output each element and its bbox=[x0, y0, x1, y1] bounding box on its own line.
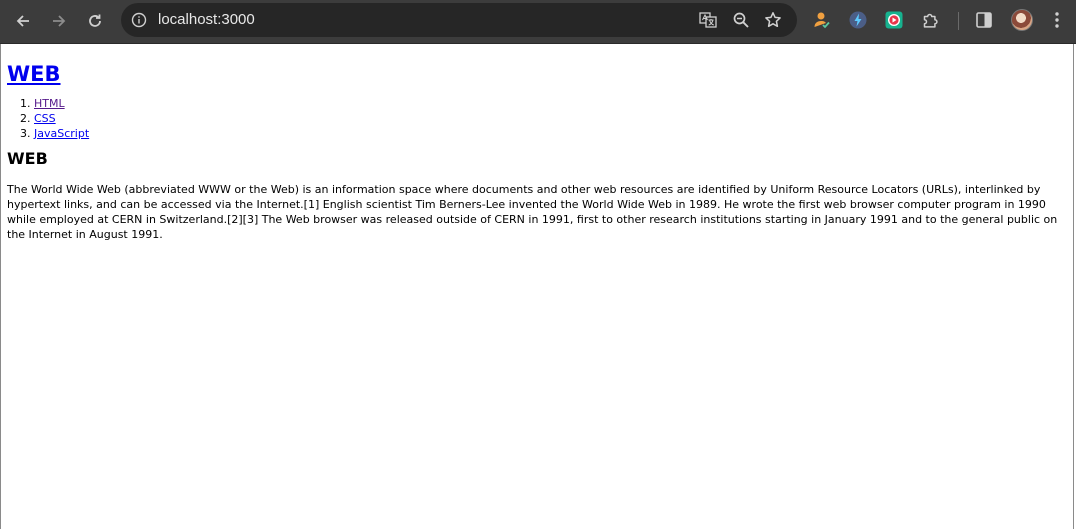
profile-avatar[interactable] bbox=[1011, 9, 1033, 31]
arrow-right-icon bbox=[53, 15, 66, 27]
video-extension-icon[interactable] bbox=[884, 10, 904, 30]
nav-item-javascript: JavaScript bbox=[34, 126, 1067, 141]
nav-link-javascript[interactable]: JavaScript bbox=[34, 127, 89, 140]
star-icon[interactable] bbox=[764, 11, 782, 29]
side-panel-icon[interactable] bbox=[974, 10, 994, 30]
home-link[interactable]: WEB bbox=[7, 62, 61, 86]
arrow-left-icon bbox=[16, 15, 29, 27]
nav-link-html[interactable]: HTML bbox=[34, 97, 65, 110]
body-paragraph: The World Wide Web (abbreviated WWW or t… bbox=[7, 183, 1058, 241]
back-button[interactable] bbox=[8, 6, 38, 36]
browser-toolbar: localhost:3000 bbox=[0, 0, 1076, 44]
toolbar-divider bbox=[958, 12, 959, 30]
page-title: WEB bbox=[7, 62, 1067, 86]
nav-list: HTML CSS JavaScript bbox=[7, 96, 1067, 141]
section-title: WEB bbox=[7, 149, 48, 168]
kebab-menu-icon[interactable] bbox=[1047, 10, 1067, 30]
zoom-icon[interactable] bbox=[732, 11, 750, 29]
reload-icon bbox=[89, 14, 101, 27]
lightning-extension-icon[interactable] bbox=[848, 10, 868, 30]
forward-button[interactable] bbox=[44, 6, 74, 36]
url-text: localhost:3000 bbox=[158, 11, 255, 28]
translate-icon[interactable] bbox=[699, 11, 717, 29]
page-content: WEB HTML CSS JavaScript WEB The World Wi… bbox=[0, 44, 1074, 529]
info-icon[interactable] bbox=[130, 11, 148, 29]
address-bar[interactable]: localhost:3000 bbox=[121, 3, 797, 37]
person-check-extension-icon[interactable] bbox=[812, 10, 832, 30]
nav-item-css: CSS bbox=[34, 111, 1067, 126]
reload-button[interactable] bbox=[80, 6, 110, 36]
nav-link-css[interactable]: CSS bbox=[34, 112, 56, 125]
puzzle-icon[interactable] bbox=[921, 10, 941, 30]
nav-item-html: HTML bbox=[34, 96, 1067, 111]
